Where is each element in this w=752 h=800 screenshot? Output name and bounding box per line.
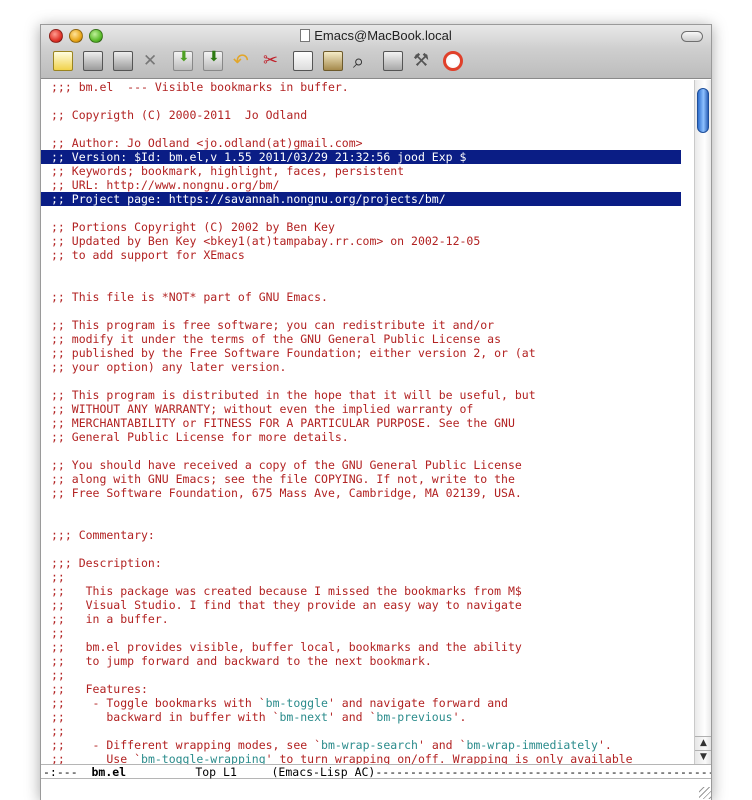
mode-line: -:--- bm.el Top L1 (Emacs-Lisp AC)------… [41, 764, 711, 779]
line-text: ' and navigate forward and [327, 696, 508, 710]
line-text: ' and ` [327, 710, 377, 724]
paste-icon[interactable] [321, 49, 345, 73]
toolbar-toggle-button[interactable] [681, 31, 703, 42]
modeline-status: -:--- [43, 765, 92, 779]
buffer-line[interactable]: ;; to jump forward and backward to the n… [41, 654, 696, 668]
highlighted-bookmark-line[interactable]: ;; Project page: https://savannah.nongnu… [41, 192, 681, 206]
buffer-line[interactable]: ;; [41, 668, 696, 682]
scroll-down-arrow-icon[interactable]: ▼ [695, 750, 711, 764]
buffer-line[interactable] [41, 262, 696, 276]
buffer-line[interactable] [41, 374, 696, 388]
buffer-line[interactable]: ;; to add support for XEmacs [41, 248, 696, 262]
buffer-line[interactable] [41, 542, 696, 556]
editor-buffer[interactable]: ;;; bm.el --- Visible bookmarks in buffe… [41, 80, 696, 764]
buffer-line[interactable] [41, 206, 696, 220]
line-text: ' and ` [417, 738, 467, 752]
search-icon[interactable] [351, 49, 375, 73]
save-as-icon[interactable] [171, 49, 195, 73]
open-dir-icon[interactable] [81, 49, 105, 73]
buffer-line[interactable] [41, 514, 696, 528]
insert-file-icon[interactable] [201, 49, 225, 73]
undo-icon[interactable] [231, 49, 255, 73]
line-text: ' to turn wrapping on/off. Wrapping is o… [265, 752, 633, 764]
function-reference: bm-toggle [265, 696, 328, 710]
buffer-line[interactable]: ;; You should have received a copy of th… [41, 458, 696, 472]
buffer-line[interactable] [41, 500, 696, 514]
scroll-up-arrow-icon[interactable]: ▲ [695, 736, 711, 750]
function-reference: bm-wrap-search [321, 738, 418, 752]
save-icon[interactable] [111, 49, 135, 73]
buffer-line[interactable]: ;; published by the Free Software Founda… [41, 346, 696, 360]
function-reference: bm-wrap-immediately [466, 738, 598, 752]
help-icon[interactable] [441, 49, 465, 73]
buffer-line[interactable]: ;; WITHOUT ANY WARRANTY; without even th… [41, 402, 696, 416]
buffer-line[interactable]: ;; General Public License for more detai… [41, 430, 696, 444]
buffer-line[interactable] [41, 94, 696, 108]
buffer-line[interactable]: ;; modify it under the terms of the GNU … [41, 332, 696, 346]
function-reference: bm-previous [376, 710, 453, 724]
line-text: '. [598, 738, 612, 752]
buffer-line[interactable]: ;; URL: http://www.nongnu.org/bm/ [41, 178, 696, 192]
buffer-line[interactable]: ;; Keywords; bookmark, highlight, faces,… [41, 164, 696, 178]
buffer-line[interactable]: ;; Visual Studio. I find that they provi… [41, 598, 696, 612]
modeline-buffer-name: bm.el [91, 765, 127, 779]
buffer-line[interactable]: ;; This package was created because I mi… [41, 584, 696, 598]
line-text: ;; - Different wrapping modes, see ` [51, 738, 322, 752]
function-reference: bm-next [279, 710, 328, 724]
vertical-scrollbar[interactable]: ▲ ▼ [694, 80, 711, 764]
modeline-position: Top L1 [126, 765, 272, 779]
buffer-line[interactable]: ;;; Commentary: [41, 528, 696, 542]
buffer-line[interactable] [41, 276, 696, 290]
function-reference: bm-toggle-wrapping [141, 752, 266, 764]
buffer-line[interactable]: ;; [41, 570, 696, 584]
buffer-line[interactable]: ;; This program is free software; you ca… [41, 318, 696, 332]
cut-icon[interactable] [261, 49, 285, 73]
buffer-line[interactable] [41, 444, 696, 458]
buffer-line[interactable]: ;; - Different wrapping modes, see `bm-w… [41, 738, 696, 752]
minibuffer[interactable] [41, 779, 711, 800]
buffer-line[interactable]: ;; Author: Jo Odland <jo.odland(at)gmail… [41, 136, 696, 150]
buffer-line[interactable]: ;; backward in buffer with `bm-next' and… [41, 710, 696, 724]
highlighted-bookmark-line[interactable]: ;; Version: $Id: bm.el,v 1.55 2011/03/29… [41, 150, 681, 164]
close-icon[interactable] [141, 49, 165, 73]
toolbar [51, 49, 465, 73]
buffer-line[interactable]: ;; in a buffer. [41, 612, 696, 626]
resize-grip-icon[interactable] [699, 787, 711, 799]
print-icon[interactable] [381, 49, 405, 73]
copy-icon[interactable] [291, 49, 315, 73]
buffer-line[interactable]: ;; [41, 626, 696, 640]
line-text: '. [452, 710, 467, 724]
buffer-line[interactable] [41, 122, 696, 136]
buffer-line[interactable]: ;; Copyrigth (C) 2000-2011 Jo Odland [41, 108, 696, 122]
buffer-line[interactable]: ;;; bm.el --- Visible bookmarks in buffe… [41, 80, 696, 94]
buffer-line[interactable]: ;; - Toggle bookmarks with `bm-toggle' a… [41, 696, 696, 710]
new-file-icon[interactable] [51, 49, 75, 73]
buffer-line[interactable] [41, 304, 696, 318]
buffer-line[interactable]: ;; Portions Copyright (C) 2002 by Ben Ke… [41, 220, 696, 234]
title-bar: Emacs@MacBook.local [41, 25, 711, 79]
line-text: ;; Use ` [51, 752, 142, 764]
buffer-line[interactable]: ;; bm.el provides visible, buffer local,… [41, 640, 696, 654]
window-title: Emacs@MacBook.local [314, 28, 452, 43]
buffer-line[interactable]: ;; Features: [41, 682, 696, 696]
buffer-line[interactable]: ;; MERCHANTABILITY or FITNESS FOR A PART… [41, 416, 696, 430]
buffer-line[interactable]: ;; along with GNU Emacs; see the file CO… [41, 472, 696, 486]
buffer-line[interactable]: ;; This file is *NOT* part of GNU Emacs. [41, 290, 696, 304]
scrollbar-thumb[interactable] [697, 88, 709, 133]
buffer-line[interactable]: ;;; Description: [41, 556, 696, 570]
emacs-window: Emacs@MacBook.local ;;; bm.el --- Visibl… [40, 24, 712, 800]
buffer-line[interactable]: ;; [41, 724, 696, 738]
line-text: ;; - Toggle bookmarks with ` [51, 696, 266, 710]
line-text: ;; backward in buffer with ` [51, 710, 280, 724]
modeline-major-mode: (Emacs-Lisp AC) [271, 765, 376, 779]
preferences-icon[interactable] [411, 49, 435, 73]
buffer-line[interactable]: ;; This program is distributed in the ho… [41, 388, 696, 402]
window-title-container: Emacs@MacBook.local [41, 28, 711, 43]
buffer-line[interactable]: ;; Free Software Foundation, 675 Mass Av… [41, 486, 696, 500]
buffer-line[interactable]: ;; Updated by Ben Key <bkey1(at)tampabay… [41, 234, 696, 248]
buffer-line[interactable]: ;; Use `bm-toggle-wrapping' to turn wrap… [41, 752, 696, 764]
buffer-line[interactable]: ;; your option) any later version. [41, 360, 696, 374]
modeline-fill: ----------------------------------------… [375, 765, 711, 779]
document-icon [300, 29, 311, 42]
